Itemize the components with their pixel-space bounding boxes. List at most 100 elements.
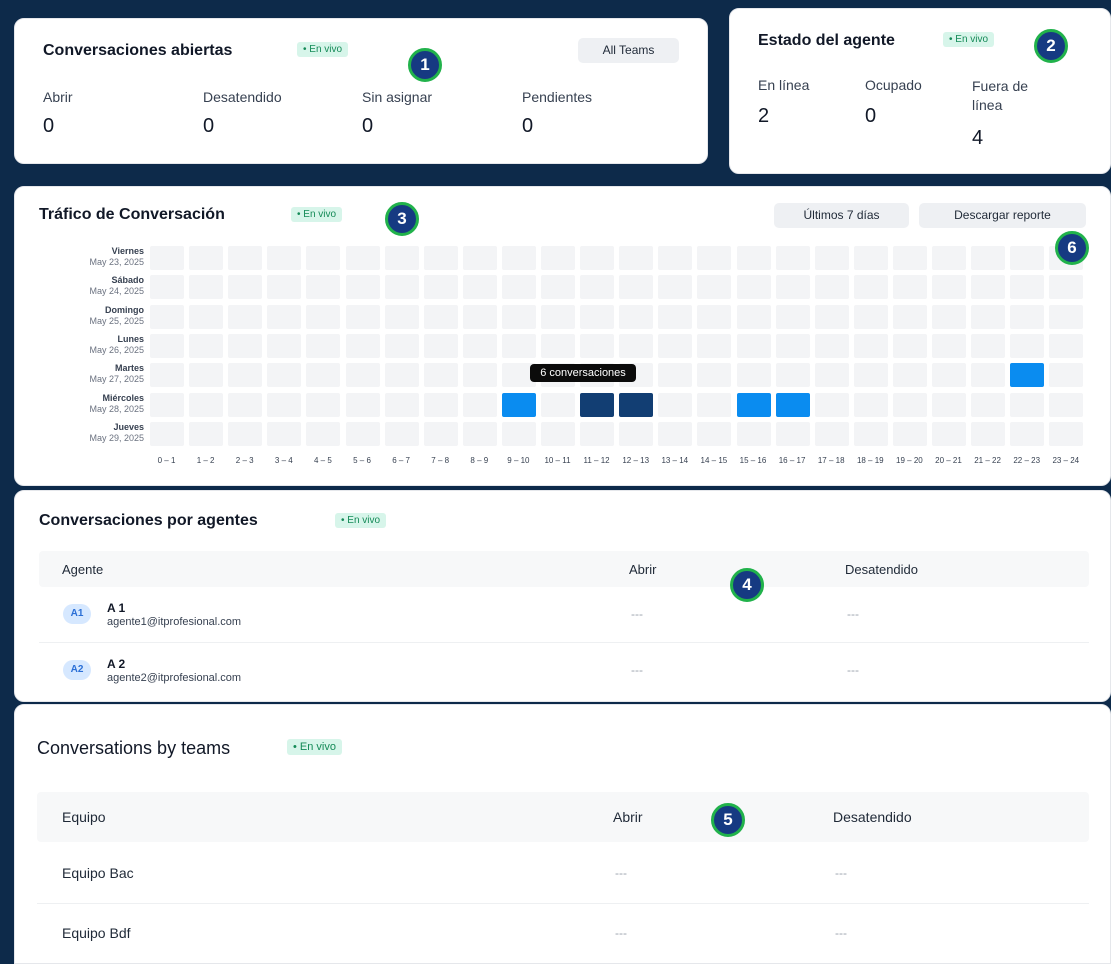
heatmap-cell[interactable] <box>775 363 810 388</box>
heatmap-cell[interactable] <box>306 333 341 358</box>
heatmap-cell[interactable] <box>189 304 224 329</box>
heatmap-cell[interactable] <box>423 333 458 358</box>
heatmap-cell[interactable] <box>345 421 380 446</box>
heatmap-cell[interactable] <box>306 275 341 300</box>
heatmap-cell[interactable] <box>423 275 458 300</box>
heatmap-cell[interactable] <box>1049 392 1084 417</box>
heatmap-cell[interactable] <box>971 333 1006 358</box>
heatmap-cell[interactable] <box>853 363 888 388</box>
heatmap-cell[interactable] <box>853 246 888 270</box>
heatmap-cell[interactable] <box>619 275 654 300</box>
heatmap-cell[interactable] <box>853 392 888 417</box>
heatmap-cell[interactable] <box>501 392 536 417</box>
heatmap-cell[interactable] <box>189 275 224 300</box>
heatmap-cell[interactable] <box>736 304 771 329</box>
heatmap-cell[interactable] <box>853 333 888 358</box>
heatmap-cell[interactable] <box>384 392 419 417</box>
heatmap-cell[interactable] <box>853 275 888 300</box>
heatmap-cell[interactable] <box>971 275 1006 300</box>
heatmap-cell[interactable] <box>306 246 341 270</box>
heatmap-cell[interactable] <box>619 333 654 358</box>
heatmap-cell[interactable] <box>150 421 184 446</box>
heatmap-cell[interactable] <box>1049 275 1084 300</box>
heatmap-cell[interactable] <box>267 392 302 417</box>
heatmap-cell[interactable] <box>462 363 497 388</box>
heatmap-cell[interactable] <box>619 304 654 329</box>
heatmap-cell[interactable] <box>189 333 224 358</box>
heatmap-cell[interactable] <box>1010 304 1045 329</box>
heatmap-cell[interactable] <box>619 392 654 417</box>
heatmap-cell[interactable] <box>892 275 927 300</box>
heatmap-cell[interactable] <box>697 304 732 329</box>
heatmap-cell[interactable] <box>814 363 849 388</box>
heatmap-cell[interactable] <box>306 363 341 388</box>
heatmap-cell[interactable] <box>267 363 302 388</box>
heatmap-cell[interactable] <box>228 363 263 388</box>
heatmap-cell[interactable] <box>189 363 224 388</box>
heatmap-cell[interactable] <box>814 246 849 270</box>
heatmap-cell[interactable] <box>228 304 263 329</box>
heatmap-cell[interactable] <box>697 333 732 358</box>
heatmap-cell[interactable] <box>658 246 693 270</box>
heatmap-cell[interactable] <box>345 304 380 329</box>
download-report-button[interactable]: Descargar reporte <box>919 203 1086 228</box>
heatmap-cell[interactable] <box>697 392 732 417</box>
heatmap-cell[interactable] <box>501 304 536 329</box>
heatmap-cell[interactable] <box>541 421 575 446</box>
heatmap-cell[interactable] <box>267 304 302 329</box>
heatmap-cell[interactable] <box>267 246 302 270</box>
heatmap-cell[interactable] <box>501 333 536 358</box>
heatmap-cell[interactable] <box>932 275 966 300</box>
heatmap-cell[interactable] <box>462 304 497 329</box>
heatmap-cell[interactable] <box>384 421 419 446</box>
heatmap-cell[interactable] <box>150 333 184 358</box>
heatmap-cell[interactable] <box>697 275 732 300</box>
heatmap-cell[interactable] <box>775 304 810 329</box>
heatmap-cell[interactable] <box>932 304 966 329</box>
heatmap-cell[interactable] <box>619 246 654 270</box>
heatmap-cell[interactable] <box>814 275 849 300</box>
heatmap-cell[interactable] <box>384 246 419 270</box>
heatmap-cell[interactable] <box>150 304 184 329</box>
heatmap-cell[interactable] <box>971 246 1006 270</box>
heatmap-cell[interactable] <box>1049 363 1084 388</box>
heatmap-cell[interactable] <box>1010 363 1045 388</box>
heatmap-cell[interactable] <box>150 246 184 270</box>
heatmap-cell[interactable] <box>658 275 693 300</box>
heatmap-cell[interactable] <box>853 304 888 329</box>
team-filter-button[interactable]: All Teams <box>578 38 679 63</box>
heatmap-cell[interactable] <box>423 363 458 388</box>
heatmap-cell[interactable] <box>1049 333 1084 358</box>
heatmap-cell[interactable] <box>306 421 341 446</box>
heatmap-cell[interactable] <box>189 392 224 417</box>
heatmap-cell[interactable] <box>580 421 615 446</box>
heatmap-cell[interactable] <box>814 304 849 329</box>
heatmap-cell[interactable] <box>150 275 184 300</box>
heatmap-cell[interactable] <box>423 392 458 417</box>
heatmap-cell[interactable] <box>228 246 263 270</box>
heatmap-cell[interactable] <box>892 421 927 446</box>
heatmap-cell[interactable] <box>619 421 654 446</box>
heatmap-cell[interactable] <box>1049 421 1084 446</box>
heatmap-cell[interactable] <box>932 333 966 358</box>
heatmap-cell[interactable] <box>345 275 380 300</box>
heatmap-cell[interactable] <box>736 333 771 358</box>
heatmap-cell[interactable] <box>853 421 888 446</box>
heatmap-cell[interactable] <box>775 392 810 417</box>
heatmap-cell[interactable] <box>697 421 732 446</box>
heatmap-cell[interactable] <box>580 304 615 329</box>
heatmap-cell[interactable] <box>541 246 575 270</box>
heatmap-cell[interactable] <box>462 333 497 358</box>
heatmap-cell[interactable] <box>658 363 693 388</box>
heatmap-cell[interactable] <box>580 246 615 270</box>
heatmap-cell[interactable] <box>384 275 419 300</box>
heatmap-cell[interactable] <box>971 421 1006 446</box>
heatmap-cell[interactable] <box>541 333 575 358</box>
heatmap-cell[interactable] <box>345 363 380 388</box>
heatmap-cell[interactable] <box>345 246 380 270</box>
heatmap-cell[interactable] <box>462 275 497 300</box>
heatmap-cell[interactable] <box>775 275 810 300</box>
heatmap-cell[interactable] <box>228 333 263 358</box>
heatmap-cell[interactable] <box>267 333 302 358</box>
heatmap-cell[interactable] <box>736 246 771 270</box>
